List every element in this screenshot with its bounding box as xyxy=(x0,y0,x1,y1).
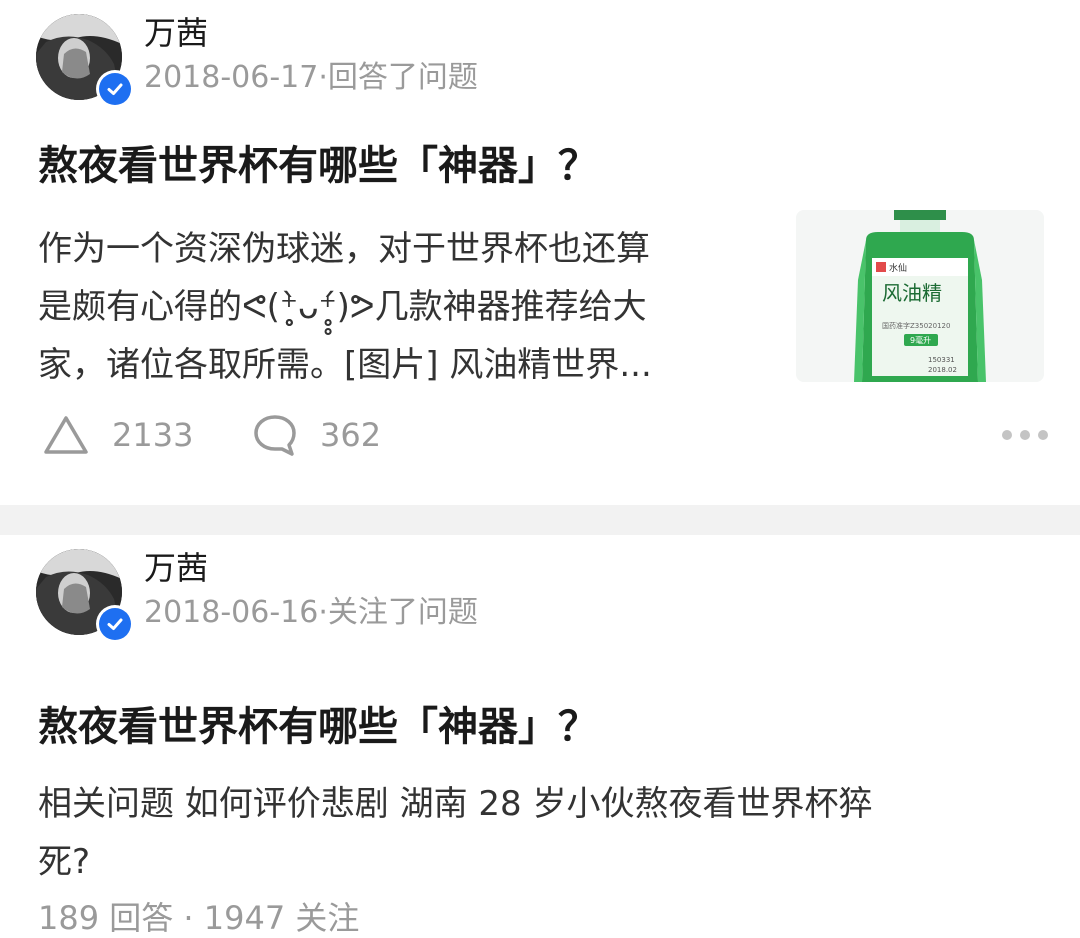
excerpt-line: 作为一个资深伪球迷，对于世界杯也还算 xyxy=(38,229,650,269)
feed-card-follow[interactable]: 万茜 2018-06-16·关注了问题 熬夜看世界杯有哪些「神器」？ 相关问题 … xyxy=(0,535,1080,938)
comment-bubble-icon xyxy=(254,415,296,456)
author-name[interactable]: 万茜 xyxy=(144,547,208,589)
author-avatar[interactable] xyxy=(36,549,134,643)
verified-badge-icon xyxy=(96,605,134,643)
activity-meta: 2018-06-16·关注了问题 xyxy=(144,595,478,630)
question-title[interactable]: 熬夜看世界杯有哪些「神器」？ xyxy=(38,701,598,753)
comment-button[interactable]: 362 xyxy=(252,410,381,460)
card-divider xyxy=(0,505,1080,535)
bottle-image: 水仙 风油精 国药准字Z35020120 9毫升 150331 2018.02 xyxy=(796,210,1044,382)
triangle-upvote-icon xyxy=(44,416,88,454)
bottle-approval: 国药准字Z35020120 xyxy=(882,321,950,330)
answer-thumbnail[interactable]: 水仙 风油精 国药准字Z35020120 9毫升 150331 2018.02 xyxy=(796,210,1044,382)
bottle-batch: 150331 xyxy=(928,356,955,364)
bottle-product-name: 风油精 xyxy=(882,281,942,305)
answer-excerpt[interactable]: 作为一个资深伪球迷，对于世界杯也还算 是颇有心得的ᕙ(⁺̥̥̀ᴗ⁺̥̥́)ᕗ几款… xyxy=(38,220,768,394)
activity-meta: 2018-06-17·回答了问题 xyxy=(144,60,478,95)
excerpt-line: 是颇有心得的ᕙ(⁺̥̥̀ᴗ⁺̥̥́)ᕗ几款神器推荐给大 xyxy=(38,287,647,327)
verified-badge-icon xyxy=(96,70,134,108)
comment-count: 362 xyxy=(320,416,382,454)
bottle-volume: 9毫升 xyxy=(910,335,931,345)
upvote-button[interactable]: 2133 xyxy=(42,410,193,460)
question-stats: 189 回答 · 1947 关注 xyxy=(38,899,360,937)
answer-actions: 2133 362 xyxy=(38,410,1048,460)
bottle-brand: 水仙 xyxy=(889,262,907,274)
question-title[interactable]: 熬夜看世界杯有哪些「神器」？ xyxy=(38,140,598,192)
author-name[interactable]: 万茜 xyxy=(144,12,208,54)
related-line: 相关问题 如何评价悲剧 湖南 28 岁小伙熬夜看世界杯猝 xyxy=(38,784,873,824)
related-question[interactable]: 相关问题 如何评价悲剧 湖南 28 岁小伙熬夜看世界杯猝 死? xyxy=(38,775,1018,891)
more-dots-icon[interactable] xyxy=(1002,420,1048,450)
excerpt-line: 家，诸位各取所需。[图片] 风油精世界... xyxy=(38,345,652,385)
author-avatar[interactable] xyxy=(36,14,134,108)
related-line: 死? xyxy=(38,842,91,882)
feed-card-answer[interactable]: 万茜 2018-06-17·回答了问题 熬夜看世界杯有哪些「神器」？ 作为一个资… xyxy=(0,0,1080,505)
upvote-count: 2133 xyxy=(112,416,194,454)
bottle-expiry: 2018.02 xyxy=(928,366,957,374)
